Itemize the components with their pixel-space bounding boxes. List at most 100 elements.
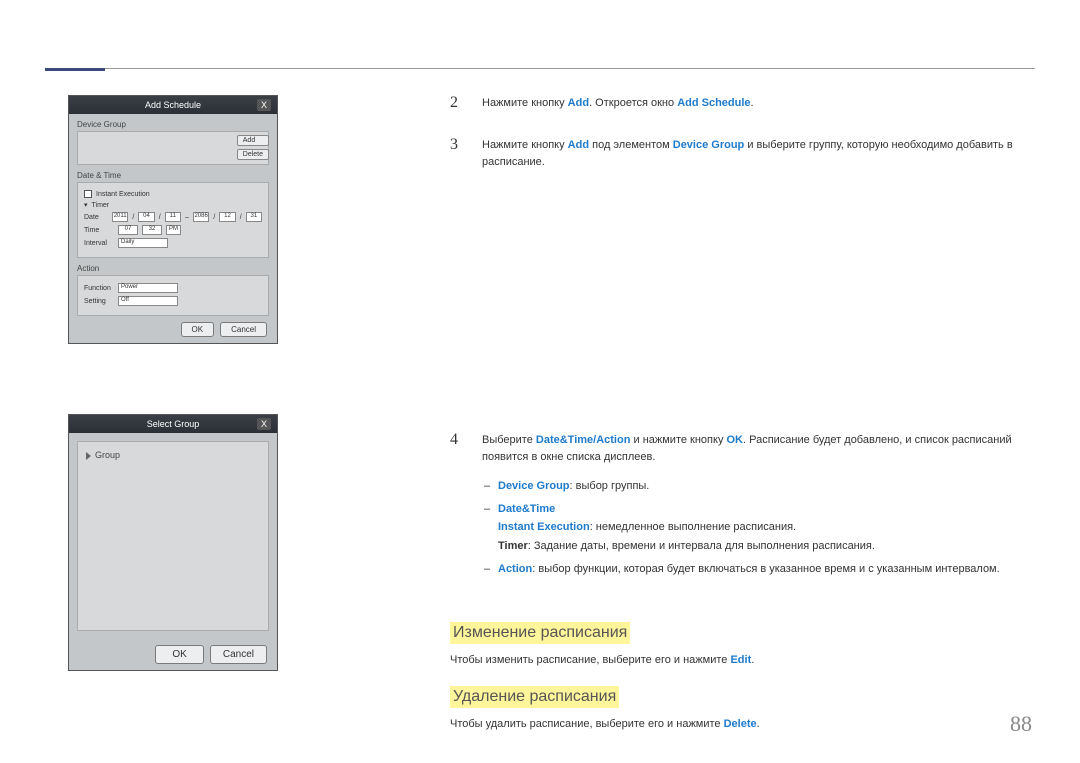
function-label: Function xyxy=(84,285,114,292)
header-rule xyxy=(45,68,1035,69)
timer-row: ▾ Timer xyxy=(84,201,262,209)
text: : немедленное выполнение расписания. xyxy=(590,521,796,533)
ok-button[interactable]: OK xyxy=(181,322,215,337)
text: Нажмите кнопку xyxy=(482,97,568,109)
keyword-device-group: Device Group xyxy=(673,139,745,151)
sub-list: Device Group: выбор группы. Date&Time In… xyxy=(482,477,1035,578)
range-dash: – xyxy=(185,214,189,221)
text: Чтобы изменить расписание, выберите его … xyxy=(450,654,730,666)
heading-delete-schedule: Удаление расписания xyxy=(450,686,619,708)
time-ampm[interactable]: PM xyxy=(166,225,181,235)
step-3: 3 Нажмите кнопку Add под элементом Devic… xyxy=(450,137,1035,172)
dialog-footer: OK Cancel xyxy=(69,316,277,343)
close-icon[interactable]: X xyxy=(257,99,271,111)
function-select[interactable]: Power xyxy=(118,283,178,293)
step-body: Нажмите кнопку Add под элементом Device … xyxy=(482,137,1035,172)
select-group-dialog: Select Group X Group OK Cancel xyxy=(68,414,278,671)
step-2: 2 Нажмите кнопку Add. Откроется окно Add… xyxy=(450,95,1035,113)
dialog-footer: OK Cancel xyxy=(69,639,277,670)
text: : выбор группы. xyxy=(570,480,650,492)
sub-item: Action: выбор функции, которая будет вкл… xyxy=(482,560,1035,579)
sub-item: Date&Time Instant Execution: немедленное… xyxy=(482,500,1035,556)
dialog-title: Select Group xyxy=(147,419,200,429)
text: Выберите xyxy=(482,434,536,446)
text: под элементом xyxy=(589,139,673,151)
dialog-title-bar: Select Group X xyxy=(69,415,277,433)
paragraph: Чтобы удалить расписание, выберите его и… xyxy=(450,716,1035,734)
step-number: 2 xyxy=(450,95,464,113)
dialog-title: Add Schedule xyxy=(145,100,201,110)
date-year2[interactable]: 2086 xyxy=(193,212,209,222)
group-list: Group xyxy=(77,441,269,631)
text: : выбор функции, которая будет включатьс… xyxy=(532,563,999,575)
text: . Откроется окно xyxy=(589,97,677,109)
keyword-device-group: Device Group xyxy=(498,480,570,492)
paragraph: Чтобы изменить расписание, выберите его … xyxy=(450,652,1035,670)
date-year1[interactable]: 2011 xyxy=(112,212,128,222)
group-node[interactable]: Group xyxy=(95,450,120,460)
keyword-datetime-action: Date&Time/Action xyxy=(536,434,631,446)
document-page: Add Schedule X Device Group Add Delete D… xyxy=(0,0,1080,763)
setting-row: Setting Off xyxy=(84,296,262,306)
cancel-button[interactable]: Cancel xyxy=(220,322,267,337)
checkbox[interactable] xyxy=(84,190,92,198)
step-number: 4 xyxy=(450,432,464,583)
dialog-title-bar: Add Schedule X xyxy=(69,96,277,114)
text: и нажмите кнопку xyxy=(630,434,726,446)
tree-expand-icon[interactable] xyxy=(86,452,91,460)
section-label: Device Group xyxy=(77,120,269,129)
time-label: Time xyxy=(84,227,114,234)
interval-select[interactable]: Daily xyxy=(118,238,168,248)
text: Нажмите кнопку xyxy=(482,139,568,151)
interval-label: Interval xyxy=(84,240,114,247)
date-day1[interactable]: 11 xyxy=(165,212,181,222)
keyword-delete: Delete xyxy=(724,718,757,730)
text: . xyxy=(751,97,754,109)
device-group-box: Add Delete xyxy=(77,131,269,165)
time-row: Time 07 32 PM xyxy=(84,225,262,235)
date-label: Date xyxy=(84,214,108,221)
date-day2[interactable]: 31 xyxy=(246,212,262,222)
text: . xyxy=(757,718,760,730)
ok-button[interactable]: OK xyxy=(155,645,203,664)
function-row: Function Power xyxy=(84,283,262,293)
time-m[interactable]: 32 xyxy=(142,225,162,235)
keyword-instant-execution: Instant Execution xyxy=(498,521,590,533)
date-row: Date 2011/ 04/ 11 – 2086/ 12/ 31 xyxy=(84,212,262,222)
datetime-panel: Instant Execution ▾ Timer Date 2011/ 04/… xyxy=(77,182,269,258)
interval-row: Interval Daily xyxy=(84,238,262,248)
instant-exec-row: Instant Execution xyxy=(84,190,262,198)
date-mon2[interactable]: 12 xyxy=(219,212,235,222)
date-mon1[interactable]: 04 xyxy=(138,212,154,222)
bullet-icon: ▾ xyxy=(84,201,88,209)
keyword-edit: Edit xyxy=(730,654,751,666)
keyword-add: Add xyxy=(568,97,589,109)
text: : Задание даты, времени и интервала для … xyxy=(528,540,875,552)
section: Удаление расписания Чтобы удалить распис… xyxy=(450,670,1035,734)
page-number: 88 xyxy=(1010,711,1032,737)
text: Чтобы удалить расписание, выберите его и… xyxy=(450,718,724,730)
delete-button[interactable]: Delete xyxy=(237,149,269,160)
keyword-datetime: Date&Time xyxy=(498,503,555,515)
instant-exec-label: Instant Execution xyxy=(96,191,150,198)
add-button[interactable]: Add xyxy=(237,135,269,146)
keyword-ok: OK xyxy=(727,434,744,446)
heading-edit-schedule: Изменение расписания xyxy=(450,622,630,644)
action-panel: Function Power Setting Off xyxy=(77,275,269,316)
section: Изменение расписания Чтобы изменить расп… xyxy=(450,606,1035,670)
header-accent xyxy=(45,68,105,71)
sub-item: Device Group: выбор группы. xyxy=(482,477,1035,496)
keyword-action: Action xyxy=(498,563,532,575)
step-number: 3 xyxy=(450,137,464,172)
keyword-add-schedule: Add Schedule xyxy=(677,97,750,109)
keyword-timer: Timer xyxy=(498,540,528,552)
figure-column: Add Schedule X Device Group Add Delete D… xyxy=(68,95,278,741)
step-body: Нажмите кнопку Add. Откроется окно Add S… xyxy=(482,95,754,113)
cancel-button[interactable]: Cancel xyxy=(210,645,267,664)
keyword-add: Add xyxy=(568,139,589,151)
close-icon[interactable]: X xyxy=(257,418,271,430)
add-schedule-dialog: Add Schedule X Device Group Add Delete D… xyxy=(68,95,278,344)
setting-select[interactable]: Off xyxy=(118,296,178,306)
step-body: Выберите Date&Time/Action и нажмите кноп… xyxy=(482,432,1035,583)
time-h[interactable]: 07 xyxy=(118,225,138,235)
